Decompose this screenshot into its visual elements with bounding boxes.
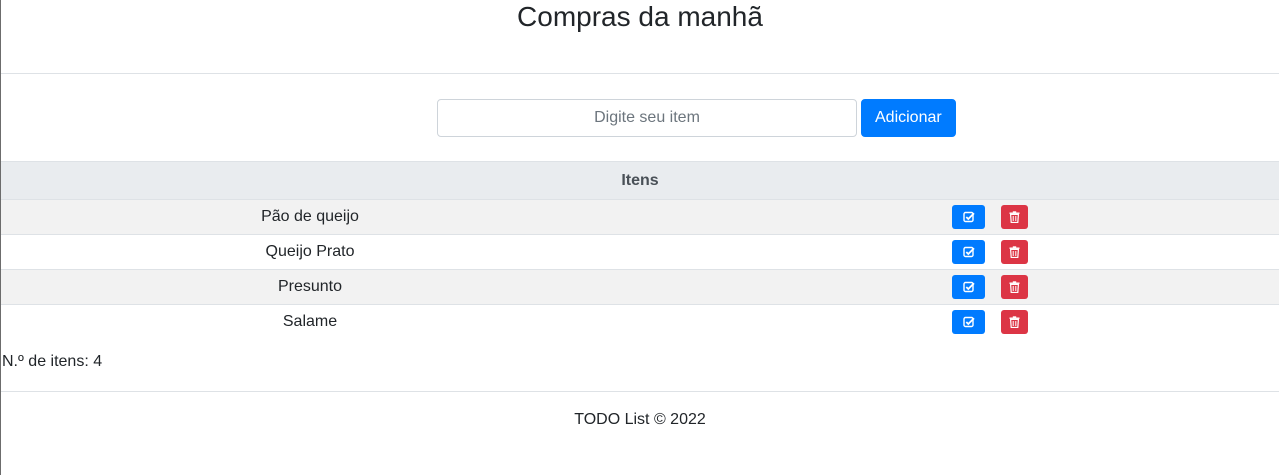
add-button[interactable]: Adicionar xyxy=(861,99,956,137)
table-header-row: Itens xyxy=(1,161,1279,200)
footer: TODO List © 2022 xyxy=(1,391,1279,429)
item-name: Queijo Prato xyxy=(1,234,619,270)
item-name: Salame xyxy=(282,313,338,330)
item-actions xyxy=(619,305,1279,340)
edit-button[interactable] xyxy=(952,240,985,264)
item-name: Presunto xyxy=(1,269,619,305)
edit-button[interactable] xyxy=(952,205,985,229)
item-count-label: N.º de itens: xyxy=(2,353,89,370)
item-count: N.º de itens: 4 xyxy=(2,353,102,371)
delete-button[interactable] xyxy=(1001,240,1028,264)
check-square-icon xyxy=(962,211,975,223)
edit-button[interactable] xyxy=(952,275,985,299)
check-square-icon xyxy=(962,246,975,258)
item-name: Pão de queijo xyxy=(1,199,619,235)
trash-icon xyxy=(1009,316,1020,328)
table-row: Salame xyxy=(1,305,1279,340)
table-row: Queijo Prato xyxy=(1,234,1279,270)
check-square-icon xyxy=(962,316,975,328)
table-row: Pão de queijo xyxy=(1,199,1279,235)
trash-icon xyxy=(1009,281,1020,293)
item-count-value: 4 xyxy=(93,353,103,370)
footer-text: TODO List © 2022 xyxy=(574,411,706,428)
add-item-form: Adicionar xyxy=(437,99,956,137)
trash-icon xyxy=(1009,211,1020,223)
table-row: Presunto xyxy=(1,269,1279,305)
items-table: Itens Pão de queijo Queijo Prato Presunt… xyxy=(1,161,1279,339)
edit-button[interactable] xyxy=(952,310,985,334)
item-actions xyxy=(619,199,1279,235)
check-square-icon xyxy=(962,281,975,293)
trash-icon xyxy=(1009,246,1020,258)
column-header-items: Itens xyxy=(1,161,1279,200)
delete-button[interactable] xyxy=(1001,205,1028,229)
delete-button[interactable] xyxy=(1001,310,1028,334)
page: Compras da manhã Adicionar Itens Pão de … xyxy=(0,0,1279,475)
page-title: Compras da manhã xyxy=(517,1,763,32)
item-actions xyxy=(619,234,1279,270)
header: Compras da manhã xyxy=(1,0,1279,74)
delete-button[interactable] xyxy=(1001,275,1028,299)
item-input[interactable] xyxy=(437,99,857,137)
item-actions xyxy=(619,269,1279,305)
